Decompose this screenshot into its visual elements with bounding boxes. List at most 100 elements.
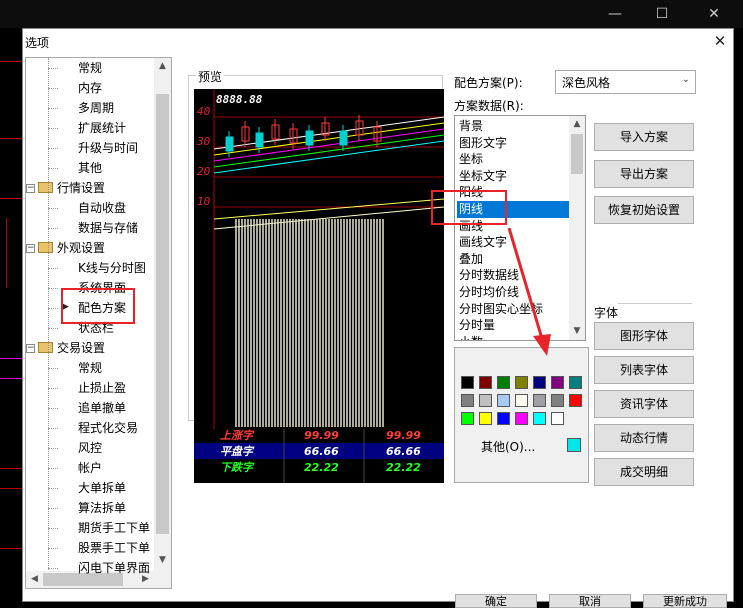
tree-item-label: 止损止盈 [78, 381, 127, 395]
tree-leaf-item[interactable]: 常规 [78, 358, 102, 378]
tree-leaf-item[interactable]: 期货手工下单 [78, 518, 150, 538]
list-scroll-up-icon[interactable]: ▲ [569, 116, 585, 133]
color-swatch[interactable] [533, 394, 546, 407]
color-swatch[interactable] [551, 376, 564, 389]
color-swatch[interactable] [515, 376, 528, 389]
close-app-icon[interactable]: ✕ [692, 4, 736, 24]
restore-defaults-button[interactable]: 恢复初始设置 [594, 196, 694, 224]
maximize-icon[interactable]: ☐ [640, 4, 684, 24]
other-color-label[interactable]: 其他(O)... [481, 438, 535, 455]
graphic-font-button[interactable]: 图形字体 [594, 322, 694, 350]
tree-folder-item[interactable]: − 交易设置 [26, 338, 105, 358]
color-swatch[interactable] [461, 376, 474, 389]
color-swatch[interactable] [533, 376, 546, 389]
tree-leaf-item[interactable]: 股票手工下单 [78, 538, 150, 558]
candle-body [305, 130, 314, 146]
tree-leaf-item[interactable]: K线与分时图 [78, 258, 146, 278]
apply-button[interactable]: 更新成功 [643, 594, 727, 608]
scheme-data-item[interactable]: 图形文字 [457, 135, 569, 152]
color-swatch[interactable] [515, 412, 528, 425]
scheme-data-item[interactable]: 坐标 [457, 151, 569, 168]
list-scroll-thumb[interactable] [571, 134, 583, 174]
tree-connector [48, 468, 58, 469]
tree-item-label: 数据与存储 [78, 221, 139, 235]
color-swatch[interactable] [497, 394, 510, 407]
cancel-button[interactable]: 取消 [549, 594, 631, 608]
tree-item-label: 升级与时间 [78, 141, 139, 155]
color-swatch[interactable] [461, 412, 474, 425]
scheme-data-item[interactable]: 背景 [457, 118, 569, 135]
color-swatch[interactable] [533, 412, 546, 425]
color-swatch[interactable] [515, 394, 528, 407]
tree-connector [48, 568, 58, 569]
tree-item-label: 行情设置 [57, 181, 106, 195]
tree-leaf-item[interactable]: 扩展统计 [78, 118, 126, 138]
tree-leaf-item[interactable]: 止损止盈 [78, 378, 126, 398]
price-readout: 8888.88 [216, 93, 263, 106]
collapse-icon[interactable]: − [26, 184, 35, 193]
tree-item-label: 闪电下单界面 [78, 561, 151, 575]
scheme-select[interactable]: 深色风格 ⌄ [555, 70, 696, 94]
tree-leaf-item[interactable]: 升级与时间 [78, 138, 138, 158]
export-scheme-button[interactable]: 导出方案 [594, 160, 694, 188]
preview-label: 预览 [196, 68, 225, 85]
tree-folder-item[interactable]: − 行情设置 [26, 178, 106, 198]
dialog-titlebar: 选项 ✕ [23, 29, 733, 55]
trade-detail-button[interactable]: 成交明细 [594, 458, 694, 486]
color-swatch[interactable] [479, 394, 492, 407]
tree-leaf-item[interactable]: 闪电下单界面 [78, 558, 150, 578]
scroll-up-icon[interactable]: ▲ [154, 58, 171, 75]
tree-leaf-item[interactable]: 大单拆单 [78, 478, 126, 498]
list-font-button[interactable]: 列表字体 [594, 356, 694, 384]
tree-connector [48, 388, 58, 389]
color-swatch[interactable] [479, 412, 492, 425]
list-vertical-scrollbar[interactable]: ▲ ▼ [569, 116, 585, 340]
tree-leaf-item[interactable]: 帐户 [78, 458, 102, 478]
news-font-button[interactable]: 资讯字体 [594, 390, 694, 418]
tree-vertical-scrollbar[interactable]: ▲ ▼ [154, 58, 171, 588]
color-swatch[interactable] [551, 412, 564, 425]
tree-scroll-thumb[interactable] [156, 94, 169, 534]
minimize-icon[interactable]: — [593, 4, 637, 24]
tree-leaf-item[interactable]: 其他 [78, 158, 102, 178]
dynamic-quote-button[interactable]: 动态行情 [594, 424, 694, 452]
tree-item-label: 常规 [78, 361, 103, 375]
current-color-swatch[interactable] [567, 438, 581, 452]
scheme-data-item[interactable]: 坐标文字 [457, 168, 569, 185]
color-swatch[interactable] [497, 412, 510, 425]
tree-item-label: 扩展统计 [78, 121, 127, 135]
tree-leaf-item[interactable]: 程式化交易 [78, 418, 138, 438]
tree-leaf-item[interactable]: 追单撤单 [78, 398, 126, 418]
folder-icon [38, 182, 53, 193]
scroll-down-icon[interactable]: ▼ [154, 552, 171, 569]
color-swatch[interactable] [479, 376, 492, 389]
color-swatch[interactable] [551, 394, 564, 407]
tree-leaf-item[interactable]: 风控 [78, 438, 102, 458]
ok-button[interactable]: 确定 [455, 594, 537, 608]
tree-folder-item[interactable]: − 外观设置 [26, 238, 105, 258]
tree-leaf-item[interactable]: 内存 [78, 78, 102, 98]
tree-leaf-item[interactable]: 自动收盘 [78, 198, 126, 218]
table-value: 22.22 [304, 461, 339, 474]
tree-leaf-item[interactable]: 常规 [78, 58, 102, 78]
tree-leaf-item[interactable]: 多周期 [78, 98, 114, 118]
color-swatch[interactable] [569, 376, 582, 389]
highlight-yinxian-item [431, 190, 507, 225]
list-scroll-down-icon[interactable]: ▼ [569, 323, 585, 340]
tree-leaf-item[interactable]: 算法拆单 [78, 498, 126, 518]
scroll-left-icon[interactable]: ◀ [26, 571, 43, 588]
color-swatch[interactable] [569, 394, 582, 407]
close-icon[interactable]: ✕ [711, 31, 729, 51]
tree-item-label: 程式化交易 [78, 421, 139, 435]
color-swatch[interactable] [461, 394, 474, 407]
tree-item-label: 追单撤单 [78, 401, 127, 415]
collapse-icon[interactable]: − [26, 244, 35, 253]
scheme-selected-value: 深色风格 [562, 76, 611, 90]
table-value: 22.22 [386, 461, 421, 474]
color-swatch[interactable] [497, 376, 510, 389]
import-scheme-button[interactable]: 导入方案 [594, 123, 694, 151]
tree-leaf-item[interactable]: 数据与存储 [78, 218, 138, 238]
table-value: 99.99 [304, 429, 339, 442]
collapse-icon[interactable]: − [26, 344, 35, 353]
candle-body [225, 136, 234, 152]
